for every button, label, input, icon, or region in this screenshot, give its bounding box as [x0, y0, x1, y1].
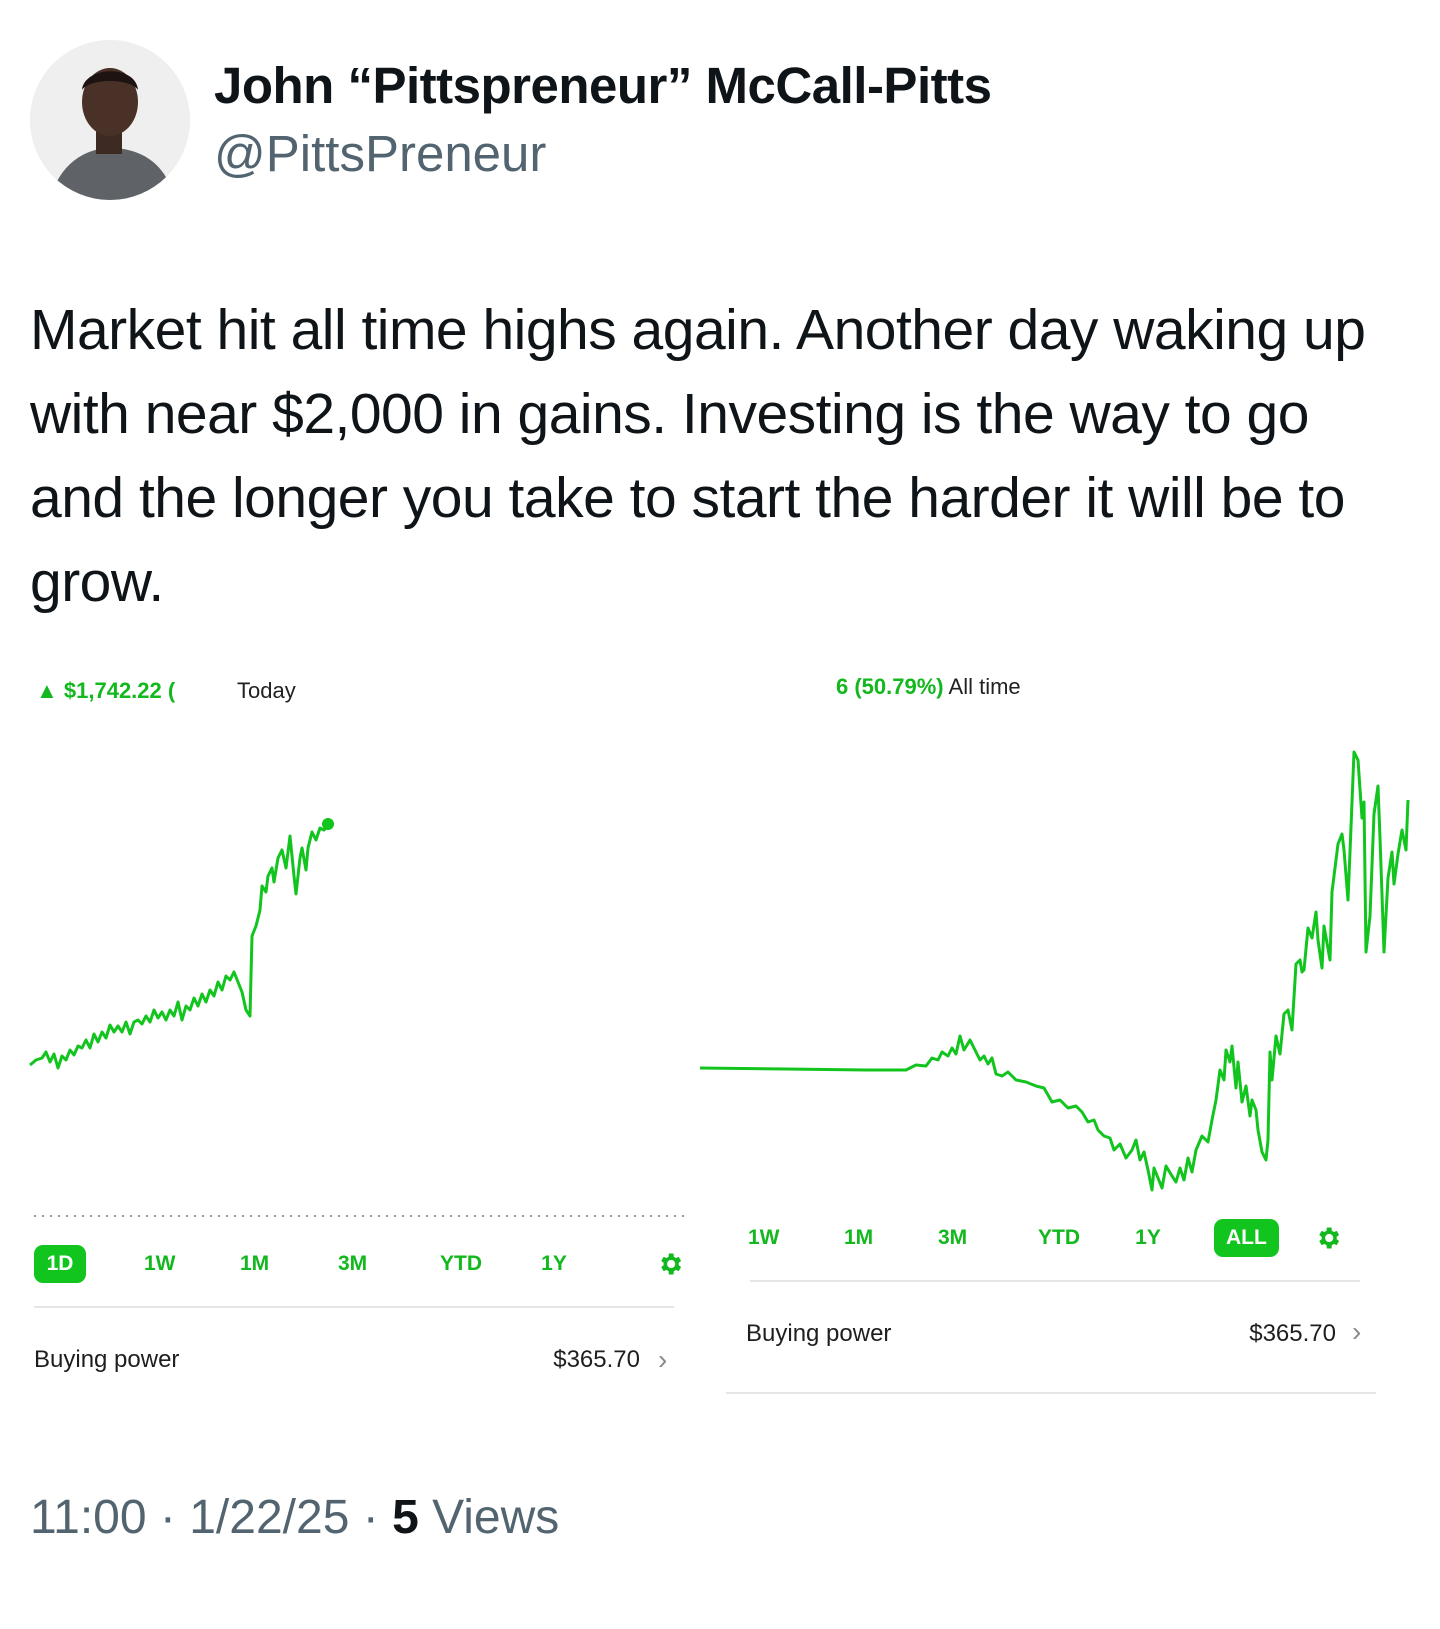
gear-icon[interactable] — [1314, 1224, 1342, 1252]
range-1m-button[interactable]: 1M — [832, 1219, 885, 1257]
range-1y-button[interactable]: 1Y — [1122, 1219, 1174, 1257]
chevron-right-icon[interactable]: › — [1352, 1316, 1361, 1348]
range-3m-button[interactable]: 3M — [926, 1219, 979, 1257]
chevron-right-icon[interactable]: › — [658, 1344, 667, 1376]
divider — [750, 1280, 1360, 1282]
author-name[interactable]: John “Pittspreneur” McCall-Pitts — [214, 56, 992, 115]
screenshot-left[interactable]: ▲ $1,742.22 ( Today 1D 1W 1M 3M YTD 1Y B… — [29, 660, 720, 1460]
divider — [726, 1392, 1376, 1394]
range-all-button[interactable]: ALL — [1214, 1219, 1279, 1257]
views-count: 5 — [392, 1491, 419, 1544]
buying-power-value: $365.70 — [1249, 1320, 1336, 1347]
range-1m-button[interactable]: 1M — [228, 1245, 281, 1283]
current-value-dot — [322, 818, 334, 830]
range-1w-button[interactable]: 1W — [736, 1219, 792, 1257]
avatar-image — [30, 40, 190, 200]
range-selector: 1W 1M 3M YTD 1Y ALL — [736, 1216, 1386, 1260]
price-line — [699, 750, 1410, 1192]
range-1w-button[interactable]: 1W — [132, 1245, 188, 1283]
tweet-date[interactable]: 1/22/25 — [189, 1491, 349, 1544]
portfolio-line-chart-all — [699, 750, 1410, 1192]
price-line — [29, 823, 330, 1070]
buying-power-label: Buying power — [34, 1346, 180, 1373]
author-handle[interactable]: @PittsPreneur — [214, 124, 546, 183]
tweet-header: John “Pittspreneur” McCall-Pitts @PittsP… — [30, 40, 1410, 200]
separator-dot: · — [159, 1491, 190, 1544]
buying-power-label: Buying power — [746, 1320, 892, 1347]
views-label: Views — [432, 1491, 560, 1544]
separator-dot: · — [362, 1491, 393, 1544]
range-1y-button[interactable]: 1Y — [528, 1245, 580, 1283]
tweet-meta: 11:00 · 1/22/25 · 5 Views — [30, 1490, 559, 1545]
avatar[interactable] — [30, 40, 190, 200]
range-3m-button[interactable]: 3M — [326, 1245, 379, 1283]
range-ytd-button[interactable]: YTD — [1026, 1219, 1092, 1257]
gear-icon[interactable] — [656, 1250, 684, 1278]
divider — [34, 1306, 674, 1308]
buying-power-value: $365.70 — [553, 1346, 640, 1373]
tweet-text: Market hit all time highs again. Another… — [30, 298, 1366, 614]
tweet-time[interactable]: 11:00 — [30, 1491, 147, 1544]
screenshot-right[interactable]: 6 (50.79%) All time 1W 1M 3M YTD 1Y ALL … — [699, 660, 1416, 1460]
range-selector: 1D 1W 1M 3M YTD 1Y — [34, 1242, 694, 1286]
range-ytd-button[interactable]: YTD — [428, 1245, 494, 1283]
portfolio-line-chart-1d — [29, 818, 685, 1217]
range-1d-button[interactable]: 1D — [34, 1245, 86, 1283]
